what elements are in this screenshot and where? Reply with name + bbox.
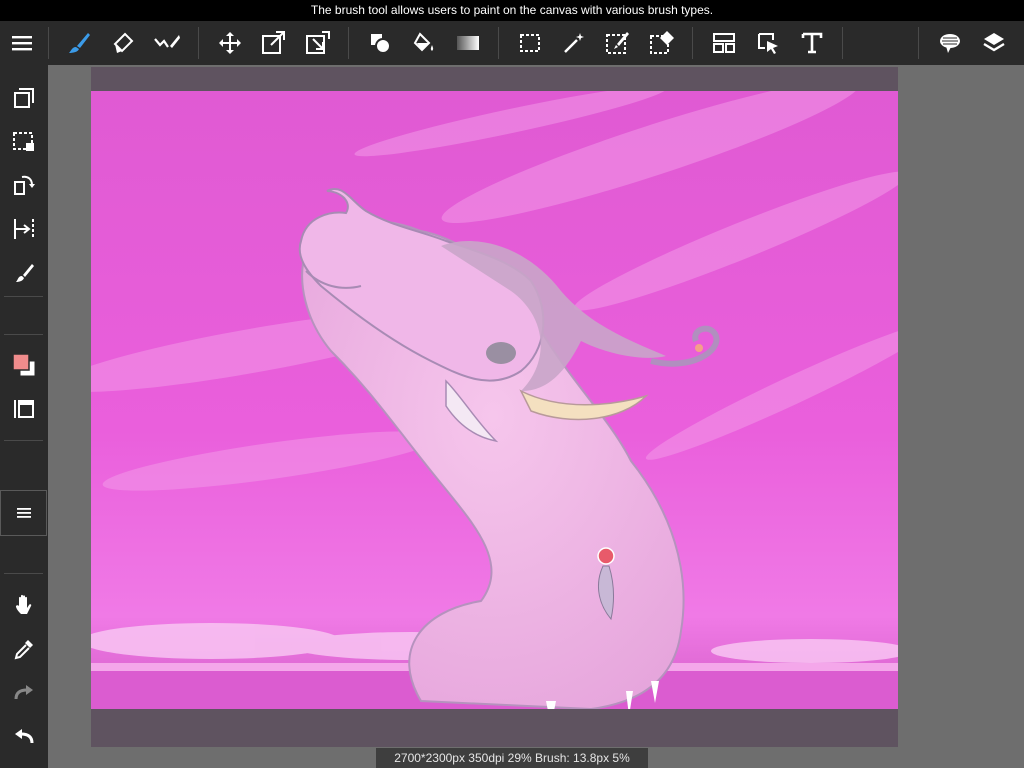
rotate-canvas-icon[interactable] — [0, 165, 48, 205]
brush-size-icon[interactable] — [0, 253, 48, 293]
quick-menu-button[interactable] — [0, 490, 47, 536]
undo-icon[interactable] — [0, 717, 48, 757]
eraser-tool-icon[interactable] — [101, 21, 145, 65]
canvas-artwork[interactable] — [91, 91, 898, 709]
bucket-fill-tool-icon[interactable] — [402, 21, 446, 65]
fill-shape-tool-icon[interactable] — [358, 21, 402, 65]
paint-app: The brush tool allows users to paint on … — [0, 0, 1024, 768]
smudge-tool-icon[interactable] — [145, 21, 189, 65]
move-tool-icon[interactable] — [208, 21, 252, 65]
select-rect-tool-icon[interactable] — [508, 21, 552, 65]
frame-divider-tool-icon[interactable] — [702, 21, 746, 65]
eyedropper-icon[interactable] — [0, 629, 48, 669]
speech-balloon-icon[interactable] — [928, 21, 972, 65]
top-toolbar — [0, 21, 1024, 65]
left-toolbar — [0, 65, 48, 768]
select-eraser-tool-icon[interactable] — [640, 21, 684, 65]
menu-icon[interactable] — [0, 21, 44, 65]
layers-icon[interactable] — [972, 21, 1016, 65]
text-tool-icon[interactable] — [790, 21, 834, 65]
redo-icon[interactable] — [0, 673, 48, 713]
select-pen-tool-icon[interactable] — [596, 21, 640, 65]
brush-tool-icon[interactable] — [57, 21, 101, 65]
tool-tooltip: The brush tool allows users to paint on … — [0, 0, 1024, 21]
selection-transform-icon[interactable] — [0, 122, 48, 162]
canvas-info-bar: 2700*2300px 350dpi 29% Brush: 13.8px 5% — [376, 748, 648, 768]
magic-wand-tool-icon[interactable] — [552, 21, 596, 65]
snap-ruler-icon[interactable] — [0, 209, 48, 249]
select-layer-tool-icon[interactable] — [746, 21, 790, 65]
layer-frame-icon[interactable] — [0, 389, 48, 429]
copy-layer-icon[interactable] — [0, 78, 48, 118]
color-swatch[interactable] — [0, 345, 48, 385]
transform-alt-tool-icon[interactable] — [296, 21, 340, 65]
hand-icon[interactable] — [0, 585, 48, 625]
gradient-tool-icon[interactable] — [446, 21, 490, 65]
transform-tool-icon[interactable] — [252, 21, 296, 65]
